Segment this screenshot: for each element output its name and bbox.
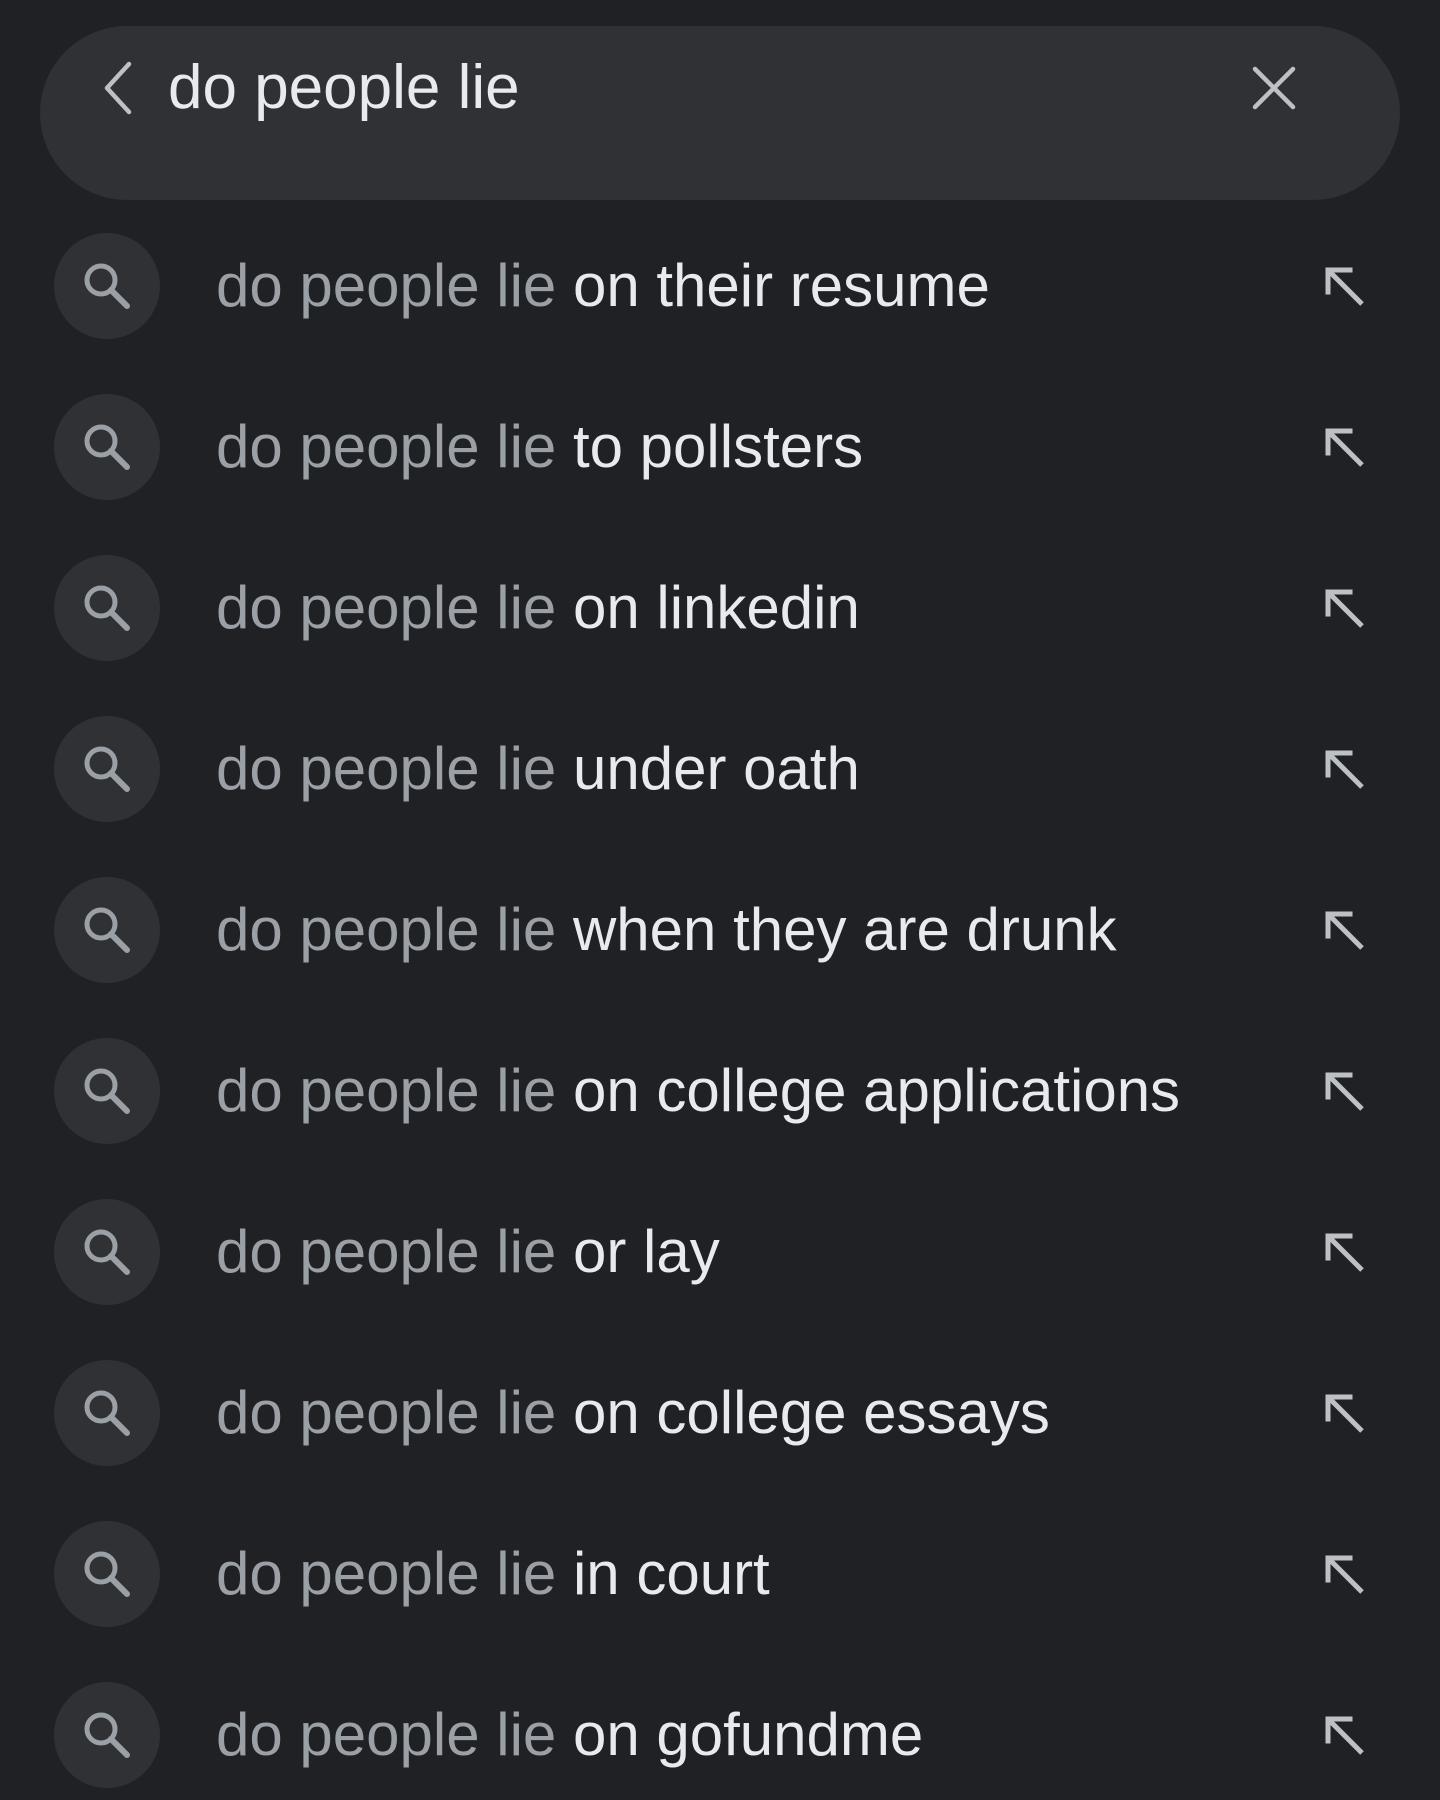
suggestion-prefix: do people lie [216, 413, 557, 480]
arrow-up-left-icon [1325, 428, 1364, 467]
fill-query-button[interactable] [1304, 246, 1384, 326]
suggestion-prefix: do people lie [216, 735, 557, 802]
fill-query-button[interactable] [1304, 1695, 1384, 1775]
suggestion-completion: when they are drunk [572, 896, 1117, 963]
search-icon-badge [54, 233, 160, 339]
search-icon [84, 263, 130, 309]
suggestion-text: do people lie on gofundme [216, 1682, 923, 1788]
search-icon-badge [54, 1521, 160, 1627]
search-icon [84, 1229, 130, 1275]
suggestion-completion: on college essays [572, 1379, 1050, 1446]
fill-query-button[interactable] [1304, 1373, 1384, 1453]
suggestion-text: do people lie under oath [216, 716, 860, 822]
suggestion-item[interactable]: do people lie on college applications [0, 1038, 1440, 1199]
search-suggestions-page: do people lie on their resume do people … [0, 0, 1440, 1800]
suggestion-completion: in court [572, 1540, 770, 1607]
suggestion-completion: or lay [572, 1218, 720, 1285]
suggestion-completion: to pollsters [572, 413, 864, 480]
search-icon [84, 585, 130, 631]
search-icon-badge [54, 1038, 160, 1144]
search-icon [84, 1551, 130, 1597]
fill-query-button[interactable] [1304, 1212, 1384, 1292]
arrow-up-left-icon [1325, 1716, 1364, 1755]
suggestion-prefix: do people lie [216, 252, 557, 319]
suggestion-prefix: do people lie [216, 1218, 557, 1285]
arrow-up-left-icon [1325, 589, 1364, 628]
suggestion-completion: on their resume [572, 252, 990, 319]
suggestion-item[interactable]: do people lie or lay [0, 1199, 1440, 1360]
search-icon [84, 907, 130, 953]
arrow-up-left-icon [1325, 750, 1364, 789]
suggestion-prefix: do people lie [216, 1057, 557, 1124]
fill-query-button[interactable] [1304, 1051, 1384, 1131]
search-icon-badge [54, 716, 160, 822]
search-icon-badge [54, 1199, 160, 1305]
suggestion-text: do people lie on their resume [216, 233, 990, 339]
search-icon-badge [54, 394, 160, 500]
search-icon [84, 1712, 130, 1758]
suggestion-prefix: do people lie [216, 1701, 557, 1768]
search-icon [84, 1068, 130, 1114]
suggestion-prefix: do people lie [216, 1379, 557, 1446]
suggestion-text: do people lie on college applications [216, 1038, 1180, 1144]
search-icon [84, 746, 130, 792]
suggestion-item[interactable]: do people lie in court [0, 1521, 1440, 1682]
suggestion-item[interactable]: do people lie under oath [0, 716, 1440, 877]
search-icon [84, 424, 130, 470]
suggestion-completion: on gofundme [572, 1701, 924, 1768]
arrow-up-left-icon [1325, 911, 1364, 950]
arrow-up-left-icon [1325, 1072, 1364, 1111]
suggestion-item[interactable]: do people lie on college essays [0, 1360, 1440, 1521]
suggestion-list: do people lie on their resume do people … [0, 233, 1440, 1800]
arrow-up-left-icon [1325, 1555, 1364, 1594]
search-icon [84, 1390, 130, 1436]
fill-query-button[interactable] [1304, 1534, 1384, 1614]
search-icon-badge [54, 1682, 160, 1788]
suggestion-item[interactable]: do people lie when they are drunk [0, 877, 1440, 1038]
suggestion-prefix: do people lie [216, 574, 557, 641]
suggestion-item[interactable]: do people lie on gofundme [0, 1682, 1440, 1800]
arrow-up-left-icon [1325, 1233, 1364, 1272]
arrow-up-left-icon [1325, 267, 1364, 306]
suggestion-item[interactable]: do people lie on their resume [0, 233, 1440, 394]
suggestion-prefix: do people lie [216, 1540, 557, 1607]
suggestion-text: do people lie on linkedin [216, 555, 860, 661]
suggestion-text: do people lie to pollsters [216, 394, 863, 500]
clear-button[interactable] [1236, 50, 1312, 126]
chevron-left-icon [104, 61, 132, 115]
arrow-up-left-icon [1325, 1394, 1364, 1433]
search-icon-badge [54, 555, 160, 661]
suggestion-text: do people lie or lay [216, 1199, 720, 1305]
suggestion-text: do people lie on college essays [216, 1360, 1050, 1466]
fill-query-button[interactable] [1304, 890, 1384, 970]
suggestion-text: do people lie in court [216, 1521, 770, 1627]
suggestion-completion: under oath [572, 735, 860, 802]
fill-query-button[interactable] [1304, 729, 1384, 809]
search-input[interactable] [168, 44, 1168, 130]
suggestion-prefix: do people lie [216, 896, 557, 963]
suggestion-item[interactable]: do people lie on linkedin [0, 555, 1440, 716]
fill-query-button[interactable] [1304, 568, 1384, 648]
close-icon [1252, 66, 1296, 110]
back-button[interactable] [83, 52, 155, 124]
suggestion-text: do people lie when they are drunk [216, 877, 1117, 983]
suggestion-completion: on college applications [572, 1057, 1181, 1124]
suggestion-item[interactable]: do people lie to pollsters [0, 394, 1440, 555]
search-icon-badge [54, 877, 160, 983]
search-icon-badge [54, 1360, 160, 1466]
fill-query-button[interactable] [1304, 407, 1384, 487]
suggestion-completion: on linkedin [572, 574, 860, 641]
